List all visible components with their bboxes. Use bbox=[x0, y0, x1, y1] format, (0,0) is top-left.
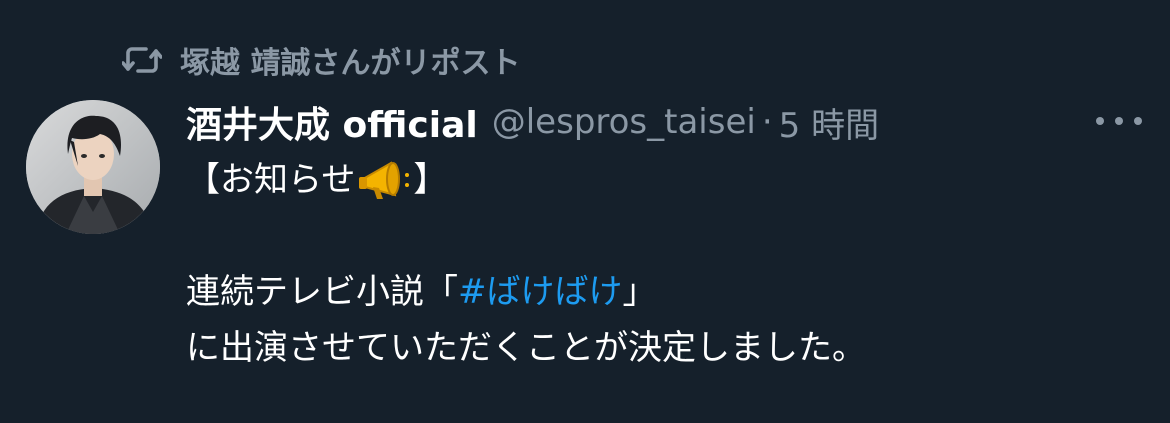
tweet-header: 酒井大成 official @lespros_taisei · 5 時間 bbox=[186, 98, 879, 146]
handle[interactable]: @lespros_taisei bbox=[492, 102, 756, 142]
avatar[interactable] bbox=[26, 100, 160, 234]
timestamp[interactable]: 5 時間 bbox=[779, 98, 879, 147]
display-name[interactable]: 酒井大成 official bbox=[186, 96, 478, 148]
drama-suffix: 」 bbox=[622, 272, 657, 312]
tweet-line-decision: に出演させていただくことが決定しました。 bbox=[186, 328, 866, 368]
announcement-close: 】 bbox=[413, 160, 448, 200]
more-options-button[interactable] bbox=[1094, 106, 1144, 136]
more-dot-icon bbox=[1096, 117, 1104, 125]
avatar-photo bbox=[26, 100, 160, 234]
repost-text[interactable]: 塚越 靖誠さんがリポスト bbox=[180, 38, 520, 82]
megaphone-icon bbox=[359, 161, 410, 199]
repost-icon bbox=[120, 38, 164, 82]
hashtag-link[interactable]: #ばけばけ bbox=[458, 264, 623, 320]
more-dot-icon bbox=[1134, 117, 1142, 125]
separator-dot: · bbox=[761, 102, 773, 142]
repost-context[interactable]: 塚越 靖誠さんがリポスト bbox=[120, 38, 520, 82]
tweet-line-drama: 連続テレビ小説「 #ばけばけ 」 bbox=[186, 264, 1086, 320]
announcement-open: 【お知らせ bbox=[186, 160, 356, 200]
tweet-line-announcement: 【お知らせ 】 bbox=[186, 152, 1086, 208]
more-dot-icon bbox=[1115, 117, 1123, 125]
drama-prefix: 連続テレビ小説「 bbox=[186, 272, 458, 312]
tweet-text: 【お知らせ 】 連続テレビ小説「 #ばけばけ 」 に出演させていただくことが決定… bbox=[186, 152, 1086, 376]
